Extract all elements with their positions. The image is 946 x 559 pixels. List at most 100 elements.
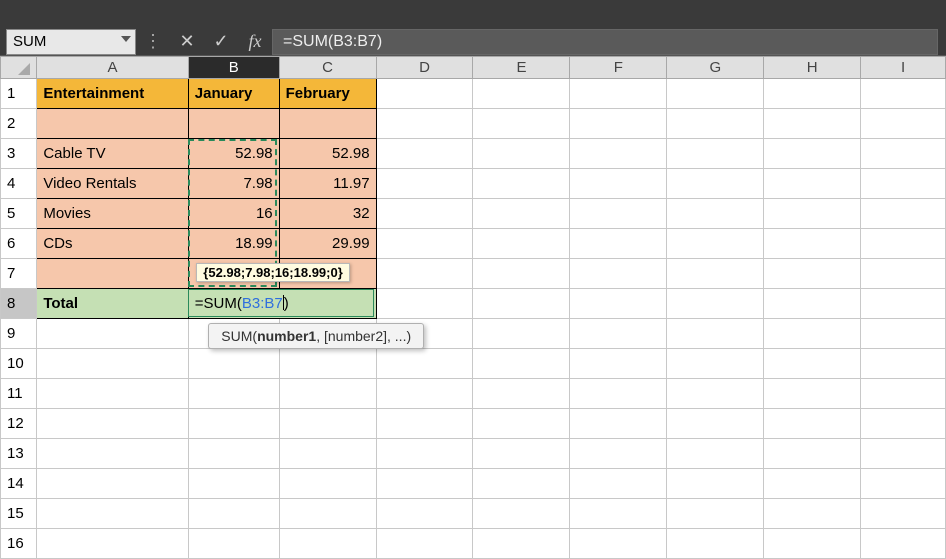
cell-F9[interactable] (570, 319, 667, 349)
cell-E1[interactable] (473, 79, 570, 109)
cell-E6[interactable] (473, 229, 570, 259)
cell-B5[interactable]: 16 (188, 199, 279, 229)
cell-G8[interactable] (667, 289, 764, 319)
cell-G2[interactable] (667, 109, 764, 139)
cell-D4[interactable] (376, 169, 473, 199)
row-header-15[interactable]: 15 (1, 499, 37, 529)
col-header-C[interactable]: C (279, 57, 376, 79)
cell-A3[interactable]: Cable TV (37, 139, 188, 169)
cell-H1[interactable] (764, 79, 861, 109)
cell-G16[interactable] (667, 529, 764, 559)
cell-I4[interactable] (861, 169, 946, 199)
cell-A4[interactable]: Video Rentals (37, 169, 188, 199)
cell-I6[interactable] (861, 229, 946, 259)
cell-H9[interactable] (764, 319, 861, 349)
col-header-H[interactable]: H (764, 57, 861, 79)
cell-D1[interactable] (376, 79, 473, 109)
cell-I12[interactable] (861, 409, 946, 439)
cell-G15[interactable] (667, 499, 764, 529)
cell-C15[interactable] (279, 499, 376, 529)
cell-B10[interactable] (188, 349, 279, 379)
cell-C2[interactable] (279, 109, 376, 139)
cell-B14[interactable] (188, 469, 279, 499)
row-header-5[interactable]: 5 (1, 199, 37, 229)
cell-I16[interactable] (861, 529, 946, 559)
accept-formula-button[interactable]: ✓ (204, 29, 238, 55)
col-header-D[interactable]: D (376, 57, 473, 79)
cell-F6[interactable] (570, 229, 667, 259)
cell-D11[interactable] (376, 379, 473, 409)
cell-D10[interactable] (376, 349, 473, 379)
cell-F4[interactable] (570, 169, 667, 199)
cell-G12[interactable] (667, 409, 764, 439)
cell-H5[interactable] (764, 199, 861, 229)
row-header-12[interactable]: 12 (1, 409, 37, 439)
cell-F8[interactable] (570, 289, 667, 319)
cell-C7[interactable] (279, 259, 376, 289)
cell-F2[interactable] (570, 109, 667, 139)
cell-H7[interactable] (764, 259, 861, 289)
cell-E9[interactable] (473, 319, 570, 349)
cell-D16[interactable] (376, 529, 473, 559)
select-all-corner[interactable] (1, 57, 37, 79)
cell-E7[interactable] (473, 259, 570, 289)
row-header-4[interactable]: 4 (1, 169, 37, 199)
cell-A7[interactable] (37, 259, 188, 289)
cell-C10[interactable] (279, 349, 376, 379)
cell-G11[interactable] (667, 379, 764, 409)
cell-H14[interactable] (764, 469, 861, 499)
cell-D6[interactable] (376, 229, 473, 259)
cell-B15[interactable] (188, 499, 279, 529)
cell-B6[interactable]: 18.99 (188, 229, 279, 259)
cell-G3[interactable] (667, 139, 764, 169)
cell-G7[interactable] (667, 259, 764, 289)
cell-D15[interactable] (376, 499, 473, 529)
cell-I10[interactable] (861, 349, 946, 379)
cell-C12[interactable] (279, 409, 376, 439)
cell-E13[interactable] (473, 439, 570, 469)
cell-G14[interactable] (667, 469, 764, 499)
name-box[interactable]: SUM (6, 29, 136, 55)
cell-H11[interactable] (764, 379, 861, 409)
cell-F10[interactable] (570, 349, 667, 379)
cell-B11[interactable] (188, 379, 279, 409)
cell-E5[interactable] (473, 199, 570, 229)
cell-F3[interactable] (570, 139, 667, 169)
chevron-down-icon[interactable] (121, 36, 131, 42)
cell-I2[interactable] (861, 109, 946, 139)
cell-C14[interactable] (279, 469, 376, 499)
cell-H13[interactable] (764, 439, 861, 469)
cell-E3[interactable] (473, 139, 570, 169)
formula-input[interactable]: =SUM(B3:B7) (272, 29, 938, 55)
worksheet-grid[interactable]: A B C D E F G H I 1 Entertainment Januar… (0, 56, 946, 559)
cell-G13[interactable] (667, 439, 764, 469)
cell-A9[interactable] (37, 319, 188, 349)
cell-I5[interactable] (861, 199, 946, 229)
cell-F16[interactable] (570, 529, 667, 559)
cell-E15[interactable] (473, 499, 570, 529)
cell-A15[interactable] (37, 499, 188, 529)
cell-D3[interactable] (376, 139, 473, 169)
cell-G6[interactable] (667, 229, 764, 259)
row-header-1[interactable]: 1 (1, 79, 37, 109)
cell-B8-editing[interactable]: =SUM(B3:B7) (188, 289, 376, 319)
cell-B9[interactable] (188, 319, 279, 349)
cell-E12[interactable] (473, 409, 570, 439)
cell-E16[interactable] (473, 529, 570, 559)
cell-B2[interactable] (188, 109, 279, 139)
cell-G10[interactable] (667, 349, 764, 379)
cell-I9[interactable] (861, 319, 946, 349)
cell-I15[interactable] (861, 499, 946, 529)
row-header-7[interactable]: 7 (1, 259, 37, 289)
cell-A16[interactable] (37, 529, 188, 559)
cell-I8[interactable] (861, 289, 946, 319)
cell-B12[interactable] (188, 409, 279, 439)
cell-B3[interactable]: 52.98 (188, 139, 279, 169)
col-header-G[interactable]: G (667, 57, 764, 79)
cell-G4[interactable] (667, 169, 764, 199)
cell-E14[interactable] (473, 469, 570, 499)
cell-D14[interactable] (376, 469, 473, 499)
cell-D5[interactable] (376, 199, 473, 229)
cell-I11[interactable] (861, 379, 946, 409)
cell-C16[interactable] (279, 529, 376, 559)
